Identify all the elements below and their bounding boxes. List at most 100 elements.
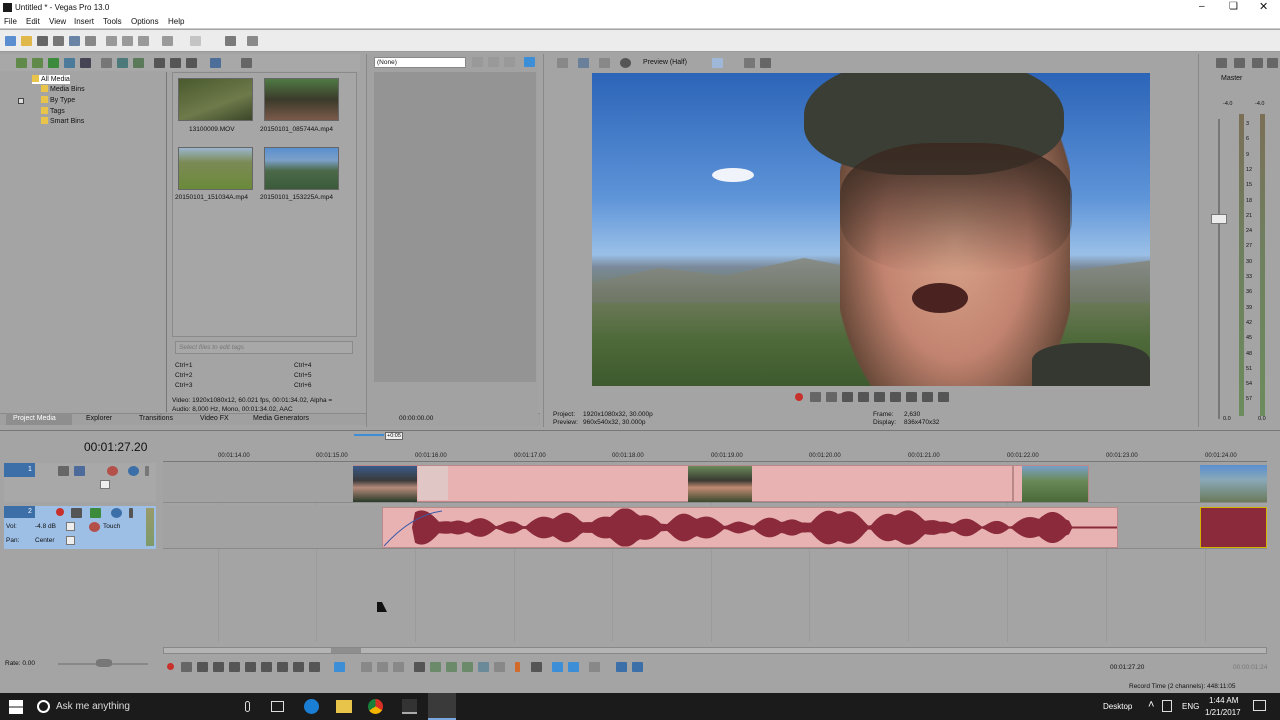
shortcut[interactable]: Ctrl+2 [175,372,193,379]
menu-help[interactable]: Help [168,17,184,26]
cut-icon[interactable] [106,36,117,46]
track-composite-icon[interactable] [74,466,85,476]
track-solo-icon[interactable] [129,508,133,518]
views-icon[interactable] [210,58,221,68]
menu-tools[interactable]: Tools [103,17,122,26]
preview-video-frame[interactable] [592,73,1150,386]
remove-media-icon[interactable] [64,58,75,68]
shortcut[interactable]: Ctrl+5 [294,372,312,379]
preview-props-icon[interactable] [557,58,568,68]
chrome-icon[interactable] [368,699,383,714]
ignore-grouping-icon[interactable] [632,662,643,672]
save-icon[interactable] [37,36,48,46]
next-frame-icon[interactable] [938,392,949,402]
preview-fx-icon[interactable] [599,58,610,68]
loop-icon[interactable] [181,662,192,672]
get-media-icon[interactable] [48,58,59,68]
new-icon[interactable] [5,36,16,46]
shortcut[interactable]: Ctrl+1 [175,362,193,369]
vegas-active-icon[interactable] [428,693,456,720]
language-indicator[interactable]: ENG [1182,702,1199,711]
search-media-icon[interactable] [80,58,91,68]
track-header-video[interactable]: 1 [4,463,156,502]
expand-icon[interactable] [18,98,24,104]
network-icon[interactable] [1162,700,1172,712]
save-as-icon[interactable] [53,36,64,46]
search-icon[interactable] [241,58,252,68]
media-thumbnail[interactable] [178,147,253,190]
play-from-start-icon[interactable] [197,662,208,672]
selection-tool-icon[interactable] [377,662,388,672]
trim-end-icon[interactable] [462,662,473,672]
loop-icon[interactable] [810,392,821,402]
restore-icon[interactable]: ❏ [1229,1,1238,12]
arm-record-icon[interactable] [56,508,64,516]
track-opacity-slider[interactable] [100,480,110,489]
snapping-icon[interactable] [589,662,600,672]
track-header-audio[interactable]: 2 Vol: -4.8 dB Touch Pan: Center [4,506,156,549]
overlays-icon[interactable] [712,58,723,68]
rate-slider-handle[interactable] [96,659,112,667]
tree-smart-bins[interactable]: Smart Bins [41,117,84,126]
auto-preview-icon[interactable] [186,58,197,68]
trimmer-canvas[interactable] [374,72,536,382]
undo-icon[interactable] [162,36,173,46]
pause-icon[interactable] [229,662,240,672]
pan-slider[interactable] [66,536,75,545]
copy-icon[interactable] [122,36,133,46]
preview-quality-dropdown[interactable]: Preview (Half) [643,59,687,66]
tree-tags[interactable]: Tags [41,107,65,116]
vegas-app-icon[interactable] [402,699,417,714]
close-icon[interactable]: ✕ [1259,0,1268,13]
notifications-icon[interactable] [1253,700,1266,711]
save-snapshot-icon[interactable] [760,58,771,68]
external-monitor-icon[interactable] [578,58,589,68]
tab-project-media[interactable]: Project Media [6,413,72,425]
go-start-icon[interactable] [261,662,272,672]
tree-by-type[interactable]: By Type [41,96,75,105]
go-end-icon[interactable] [906,392,917,402]
cortana-search-box[interactable]: Ask me anything [56,701,130,712]
track-mute-icon[interactable] [111,508,122,518]
cursor-marker[interactable]: +0:05 [385,432,403,440]
normal-edit-tool-icon[interactable] [334,662,345,672]
properties-icon[interactable] [85,36,96,46]
automation-mode[interactable]: Touch [103,523,120,530]
insert-marker-icon[interactable] [515,662,520,672]
tree-media-bins[interactable]: Media Bins [41,85,85,94]
media-thumbnail[interactable] [264,147,339,190]
track-fx-icon[interactable] [90,508,101,518]
open-icon[interactable] [21,36,32,46]
redo-icon[interactable] [190,36,201,46]
prev-frame-icon[interactable] [922,392,933,402]
tab-media-generators[interactable]: Media Generators [253,415,309,425]
copy-snapshot-icon[interactable] [744,58,755,68]
tab-explorer[interactable]: Explorer [86,415,112,425]
menu-options[interactable]: Options [131,17,159,26]
track-solo-icon[interactable] [145,466,149,476]
clock-time[interactable]: 1:44 AM [1209,696,1238,705]
scroll-thumb[interactable] [331,648,361,653]
play-icon[interactable] [842,392,853,402]
split-icon[interactable] [478,662,489,672]
vol-slider[interactable] [66,522,75,531]
play-media-icon[interactable] [154,58,165,68]
menu-file[interactable]: File [4,17,17,26]
next-frame-icon[interactable] [309,662,320,672]
trim-start-icon[interactable] [446,662,457,672]
zoom-tool-icon[interactable] [393,662,404,672]
master-fx-icon[interactable] [1234,58,1245,68]
play-from-start-icon[interactable] [826,392,837,402]
automation-icon[interactable] [89,522,100,532]
trimmer-tool-icon[interactable] [472,57,483,67]
delete-icon[interactable] [414,662,425,672]
video-event[interactable] [353,465,1013,502]
master-fader-handle[interactable] [1211,214,1227,224]
master-props-icon[interactable] [1216,58,1227,68]
menu-view[interactable]: View [49,17,66,26]
tags-input[interactable]: Select files to edit tags [175,341,353,354]
trimmer-dropdown[interactable]: (None) [374,57,466,68]
menu-edit[interactable]: Edit [26,17,40,26]
microphone-icon[interactable] [245,701,250,712]
tab-video-fx[interactable]: Video FX [200,415,229,425]
